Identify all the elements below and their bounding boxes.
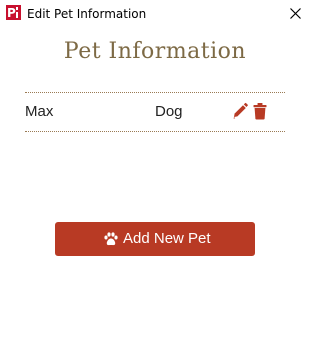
- pet-row: Max Dog: [25, 92, 285, 132]
- trash-icon: [253, 103, 267, 120]
- pet-list: Max Dog: [25, 92, 285, 132]
- pet-name: Max: [25, 103, 54, 120]
- window-title: Edit Pet Information: [27, 7, 147, 21]
- pet-type: Dog: [155, 103, 183, 120]
- delete-pet-button[interactable]: [253, 102, 267, 120]
- svg-text:P: P: [7, 6, 16, 20]
- app-logo-icon: P: [6, 5, 21, 20]
- window-titlebar: P Edit Pet Information: [0, 0, 310, 30]
- add-pet-button[interactable]: Add New Pet: [55, 222, 255, 256]
- close-button[interactable]: [282, 2, 308, 24]
- pencil-icon: [233, 102, 248, 119]
- edit-pet-button[interactable]: [232, 102, 248, 120]
- add-pet-label: Add New Pet: [123, 230, 211, 247]
- page-title: Pet Information: [63, 39, 247, 64]
- paw-icon: [104, 232, 118, 246]
- close-icon: [290, 8, 301, 19]
